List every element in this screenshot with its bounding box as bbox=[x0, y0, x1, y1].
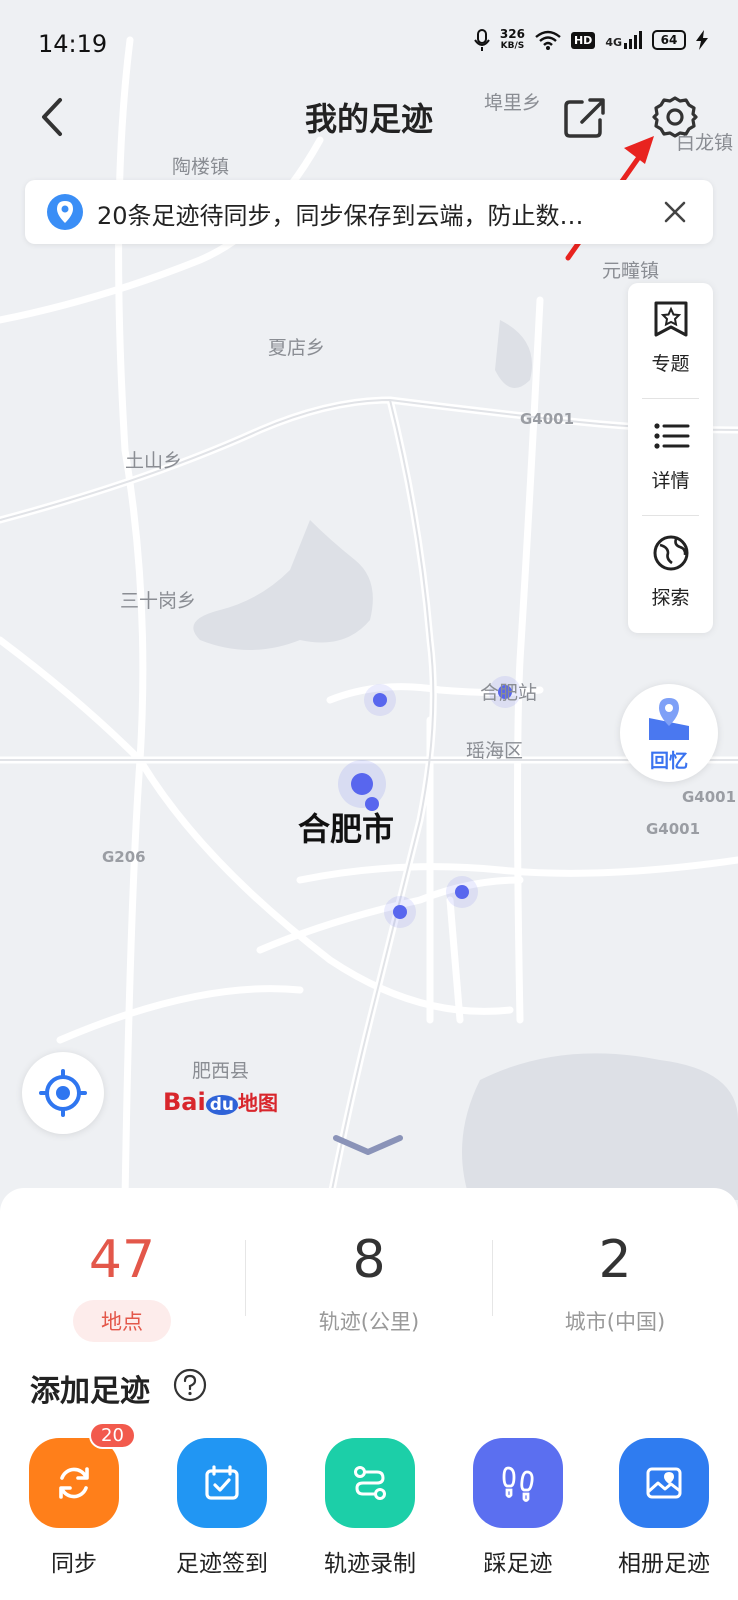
side-item-topic[interactable]: 专题 bbox=[628, 283, 713, 398]
action-sync[interactable]: 20 同步 bbox=[0, 1422, 148, 1578]
speed-unit: KB/S bbox=[500, 41, 525, 51]
memory-button[interactable]: 回忆 bbox=[620, 684, 718, 782]
stat-label: 城市(中国) bbox=[564, 1310, 666, 1334]
status-time: 14:19 bbox=[38, 30, 108, 58]
map-place-label: 夏店乡 bbox=[268, 337, 326, 359]
action-label: 相册足迹 bbox=[618, 1551, 710, 1577]
share-button[interactable] bbox=[560, 92, 610, 142]
logo-du: du bbox=[205, 1095, 238, 1115]
logo-bai: Bai bbox=[163, 1088, 206, 1116]
stat-value: 2 bbox=[598, 1230, 632, 1290]
map-place-label: 陶楼镇 bbox=[172, 156, 230, 178]
stat-label: 地点 bbox=[73, 1300, 171, 1342]
map-place-label: 瑶海区 bbox=[466, 740, 524, 762]
page-title: 我的足迹 bbox=[304, 100, 433, 138]
microphone-icon bbox=[474, 29, 490, 51]
footprints-icon bbox=[502, 1466, 534, 1502]
logo-ditu: 地图 bbox=[238, 1091, 278, 1115]
memory-label: 回忆 bbox=[649, 750, 688, 772]
help-button[interactable] bbox=[173, 1368, 207, 1402]
status-bar: 14:19 326 KB/S HD 4G 64 bbox=[0, 0, 738, 90]
close-icon bbox=[664, 201, 686, 223]
network-type-label: 4G bbox=[605, 36, 622, 49]
road-label: G4001 bbox=[646, 820, 701, 838]
stat-places[interactable]: 47 地点 bbox=[2, 1230, 242, 1342]
action-icon bbox=[325, 1438, 415, 1528]
share-icon bbox=[564, 98, 605, 138]
action-step-footprint[interactable]: 踩足迹 bbox=[444, 1438, 592, 1578]
road-label: G4001 bbox=[520, 410, 575, 428]
action-icon bbox=[619, 1438, 709, 1528]
hd-badge: HD bbox=[570, 31, 596, 49]
action-album-footprint[interactable]: 相册足迹 bbox=[590, 1438, 738, 1578]
sync-icon bbox=[59, 1467, 89, 1499]
locate-button[interactable] bbox=[22, 1052, 104, 1134]
globe-icon bbox=[653, 535, 689, 571]
stat-label: 轨迹(公里) bbox=[318, 1310, 420, 1334]
map-place-label: 三十岗乡 bbox=[120, 590, 197, 612]
route-icon bbox=[354, 1466, 386, 1500]
list-icon bbox=[654, 423, 690, 449]
baidu-map-logo: Bai du 地图 bbox=[163, 1087, 278, 1116]
action-label: 同步 bbox=[51, 1551, 97, 1577]
stat-tracks[interactable]: 8 轨迹(公里) bbox=[249, 1230, 489, 1342]
status-icons: 326 KB/S HD 4G 64 bbox=[474, 28, 708, 52]
crosshair-icon bbox=[39, 1069, 87, 1117]
charging-icon bbox=[696, 30, 708, 50]
stat-value: 47 bbox=[88, 1230, 156, 1290]
map-side-panel: 专题 详情 探索 bbox=[628, 283, 713, 633]
action-label: 踩足迹 bbox=[483, 1551, 553, 1577]
divider bbox=[245, 1240, 246, 1316]
side-item-detail[interactable]: 详情 bbox=[628, 400, 713, 515]
network-type: 4G bbox=[605, 31, 642, 49]
divider bbox=[642, 398, 699, 399]
calendar-check-icon bbox=[205, 1465, 239, 1500]
divider bbox=[642, 515, 699, 516]
action-icon bbox=[177, 1438, 267, 1528]
action-icon: 20 bbox=[29, 1422, 136, 1528]
action-label: 足迹签到 bbox=[176, 1551, 268, 1577]
map-place-label: 肥西县 bbox=[192, 1060, 250, 1082]
action-checkin[interactable]: 足迹签到 bbox=[148, 1438, 296, 1578]
collapse-sheet-button[interactable] bbox=[330, 1130, 406, 1160]
map-pin-icon bbox=[649, 698, 689, 740]
close-notice-button[interactable] bbox=[659, 196, 691, 228]
photo-pin-icon bbox=[646, 1467, 682, 1499]
divider bbox=[492, 1240, 493, 1316]
map-place-label: 合肥站 bbox=[480, 682, 538, 704]
sync-notice-banner[interactable]: 20条足迹待同步，同步保存到云端，防止数… bbox=[25, 180, 713, 244]
gear-icon bbox=[652, 96, 698, 138]
action-track-record[interactable]: 轨迹录制 bbox=[296, 1438, 444, 1578]
speed-value: 326 bbox=[499, 27, 525, 41]
stat-value: 8 bbox=[352, 1230, 386, 1290]
chevron-down-icon bbox=[333, 1135, 403, 1155]
back-arrow-icon bbox=[42, 98, 62, 136]
map-place-label: 元疃镇 bbox=[602, 260, 660, 282]
action-icon bbox=[473, 1438, 563, 1528]
network-speed: 326 KB/S bbox=[500, 28, 525, 52]
bottom-sheet: 47 地点 8 轨迹(公里) 2 城市(中国) 添加足迹 20 同步 足迹签到 … bbox=[0, 1188, 738, 1600]
location-pin-icon bbox=[47, 194, 83, 230]
wifi-icon bbox=[535, 30, 561, 50]
side-item-explore[interactable]: 探索 bbox=[628, 517, 713, 632]
sync-badge: 20 bbox=[89, 1422, 136, 1449]
battery-indicator: 64 bbox=[652, 30, 686, 50]
road-label: G4001 bbox=[682, 788, 737, 806]
map-place-label: 土山乡 bbox=[125, 450, 183, 472]
signal-icon bbox=[624, 31, 642, 49]
back-button[interactable] bbox=[30, 92, 80, 142]
notice-text: 20条足迹待同步，同步保存到云端，防止数… bbox=[97, 202, 584, 230]
side-item-label: 详情 bbox=[651, 470, 690, 492]
stat-cities[interactable]: 2 城市(中国) bbox=[495, 1230, 735, 1342]
side-item-label: 探索 bbox=[651, 587, 690, 609]
add-footprint-title: 添加足迹 bbox=[30, 1374, 150, 1409]
star-frame-icon bbox=[654, 301, 688, 337]
side-item-label: 专题 bbox=[651, 353, 690, 375]
question-icon bbox=[173, 1368, 207, 1402]
settings-button[interactable] bbox=[650, 92, 700, 142]
road-label: G206 bbox=[102, 848, 146, 866]
action-label: 轨迹录制 bbox=[324, 1551, 416, 1577]
city-label: 合肥市 bbox=[298, 810, 395, 848]
